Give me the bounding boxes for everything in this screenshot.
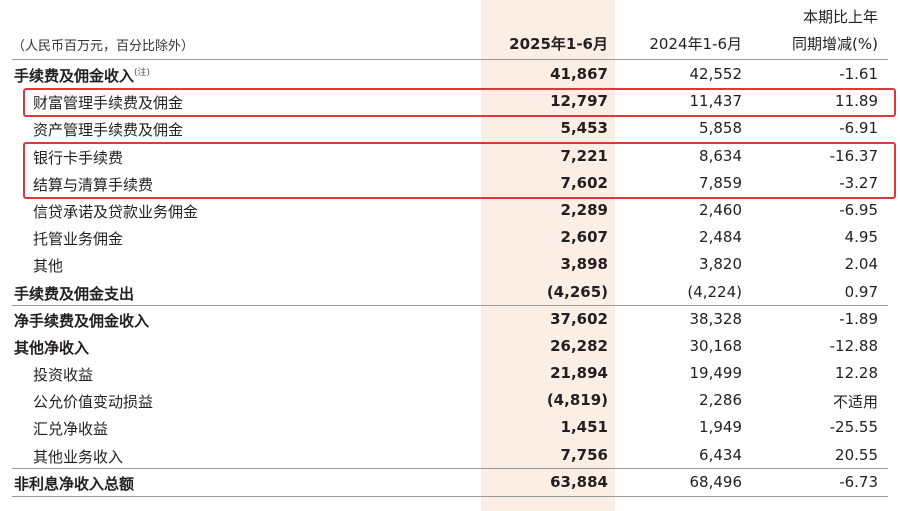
table-row: 手续费及佣金支出 (4,265) (4,224) 0.97 bbox=[0, 279, 900, 306]
table-row: 结算与清算手续费 7,602 7,859 -3.27 bbox=[0, 170, 900, 197]
row-change: -6.73 bbox=[839, 472, 878, 491]
row-current: 3,898 bbox=[560, 255, 608, 274]
row-label: 投资收益 bbox=[33, 366, 94, 385]
table-body: 手续费及佣金收入(注) 41,867 42,552 -1.61 财富管理手续费及… bbox=[0, 61, 900, 498]
row-current: 63,884 bbox=[550, 472, 608, 491]
row-previous: 2,484 bbox=[699, 228, 742, 247]
row-previous: 19,499 bbox=[689, 364, 743, 383]
row-label: 非利息净收入总额 bbox=[14, 474, 135, 493]
table-header: （人民币百万元，百分比除外） 2025年1-6月 2024年1-6月 本期比上年… bbox=[0, 0, 900, 60]
row-previous: 1,949 bbox=[699, 418, 742, 437]
table-row: 银行卡手续费 7,221 8,634 -16.37 bbox=[0, 143, 900, 170]
row-change: -6.91 bbox=[839, 119, 878, 138]
row-label: 银行卡手续费 bbox=[33, 148, 124, 167]
row-current: 1,451 bbox=[560, 418, 608, 437]
table-row: 托管业务佣金 2,607 2,484 4.95 bbox=[0, 224, 900, 251]
row-label: 净手续费及佣金收入 bbox=[14, 311, 150, 330]
row-label: 公允价值变动损益 bbox=[33, 393, 154, 412]
row-previous: 8,634 bbox=[699, 146, 742, 165]
row-previous: 2,286 bbox=[699, 391, 742, 410]
row-change: -1.89 bbox=[839, 309, 878, 328]
row-change: -12.88 bbox=[829, 336, 878, 355]
row-change: -3.27 bbox=[839, 173, 878, 192]
row-previous: 30,168 bbox=[689, 336, 743, 355]
income-table-page: （人民币百万元，百分比除外） 2025年1-6月 2024年1-6月 本期比上年… bbox=[0, 0, 900, 511]
row-current: (4,265) bbox=[546, 282, 608, 301]
table-row: 投资收益 21,894 19,499 12.28 bbox=[0, 360, 900, 387]
row-previous: 11,437 bbox=[689, 92, 743, 111]
row-current: 7,602 bbox=[560, 173, 608, 192]
row-previous: 5,858 bbox=[699, 119, 742, 138]
row-previous: 68,496 bbox=[689, 472, 743, 491]
row-label: 资产管理手续费及佣金 bbox=[33, 121, 184, 140]
table-row: 其他 3,898 3,820 2.04 bbox=[0, 251, 900, 278]
row-current: 2,289 bbox=[560, 200, 608, 219]
row-change: 11.89 bbox=[835, 92, 878, 111]
row-current: 26,282 bbox=[550, 336, 608, 355]
row-change: -1.61 bbox=[839, 65, 878, 83]
row-change: 12.28 bbox=[835, 364, 878, 383]
table-row: 汇兑净收益 1,451 1,949 -25.55 bbox=[0, 414, 900, 441]
row-previous: 38,328 bbox=[689, 309, 743, 328]
table-row: 财富管理手续费及佣金 12,797 11,437 11.89 bbox=[0, 88, 900, 115]
row-label: 财富管理手续费及佣金 bbox=[33, 94, 184, 113]
header-change-line1: 本期比上年 bbox=[802, 8, 878, 26]
row-previous: 3,820 bbox=[699, 255, 742, 274]
row-label: 信贷承诺及贷款业务佣金 bbox=[33, 202, 199, 221]
row-current: (4,819) bbox=[546, 391, 608, 410]
row-change: -16.37 bbox=[829, 146, 878, 165]
row-change: 4.95 bbox=[844, 228, 878, 247]
row-previous: 2,460 bbox=[699, 200, 742, 219]
row-current: 7,221 bbox=[560, 146, 608, 165]
row-change: 0.97 bbox=[844, 282, 878, 301]
unit-note: （人民币百万元，百分比除外） bbox=[12, 39, 195, 54]
row-previous: 7,859 bbox=[699, 173, 742, 192]
row-current: 41,867 bbox=[550, 65, 608, 83]
row-label: 结算与清算手续费 bbox=[33, 175, 154, 194]
table-row: 资产管理手续费及佣金 5,453 5,858 -6.91 bbox=[0, 115, 900, 142]
row-label: 其他业务收入 bbox=[33, 447, 124, 466]
row-label: 汇兑净收益 bbox=[33, 420, 109, 439]
table-row: 手续费及佣金收入(注) 41,867 42,552 -1.61 bbox=[0, 61, 900, 88]
row-previous: (4,224) bbox=[687, 282, 742, 301]
row-change: 2.04 bbox=[844, 255, 878, 274]
table-row: 净手续费及佣金收入 37,602 38,328 -1.89 bbox=[0, 306, 900, 333]
row-previous: 6,434 bbox=[699, 445, 742, 464]
row-label: 手续费及佣金支出 bbox=[14, 284, 135, 303]
row-current: 21,894 bbox=[550, 364, 608, 383]
row-current: 5,453 bbox=[560, 119, 608, 138]
table-row: 其他业务收入 7,756 6,434 20.55 bbox=[0, 442, 900, 470]
row-current: 2,607 bbox=[560, 228, 608, 247]
row-previous: 42,552 bbox=[689, 65, 743, 83]
row-label: 托管业务佣金 bbox=[33, 230, 124, 249]
header-change-line2: 同期增减(%) bbox=[792, 35, 878, 53]
row-change: -25.55 bbox=[829, 418, 878, 437]
row-current: 7,756 bbox=[560, 445, 608, 464]
table-row: 信贷承诺及贷款业务佣金 2,289 2,460 -6.95 bbox=[0, 197, 900, 224]
table-row: 其他净收入 26,282 30,168 -12.88 bbox=[0, 333, 900, 360]
row-label: 手续费及佣金收入(注) bbox=[14, 67, 151, 85]
header-divider bbox=[12, 59, 888, 60]
row-change: -6.95 bbox=[839, 200, 878, 219]
row-current: 37,602 bbox=[550, 309, 608, 328]
row-current: 12,797 bbox=[550, 92, 608, 111]
header-current-period: 2025年1-6月 bbox=[509, 35, 608, 53]
header-previous-period: 2024年1-6月 bbox=[649, 35, 742, 53]
row-note: (注) bbox=[134, 68, 151, 78]
row-label: 其他 bbox=[33, 257, 64, 276]
table-row: 公允价值变动损益 (4,819) 2,286 不适用 bbox=[0, 387, 900, 414]
row-change: 20.55 bbox=[835, 445, 878, 464]
row-change: 不适用 bbox=[832, 393, 878, 412]
row-label: 其他净收入 bbox=[14, 338, 90, 357]
table-row: 非利息净收入总额 63,884 68,496 -6.73 bbox=[0, 469, 900, 498]
